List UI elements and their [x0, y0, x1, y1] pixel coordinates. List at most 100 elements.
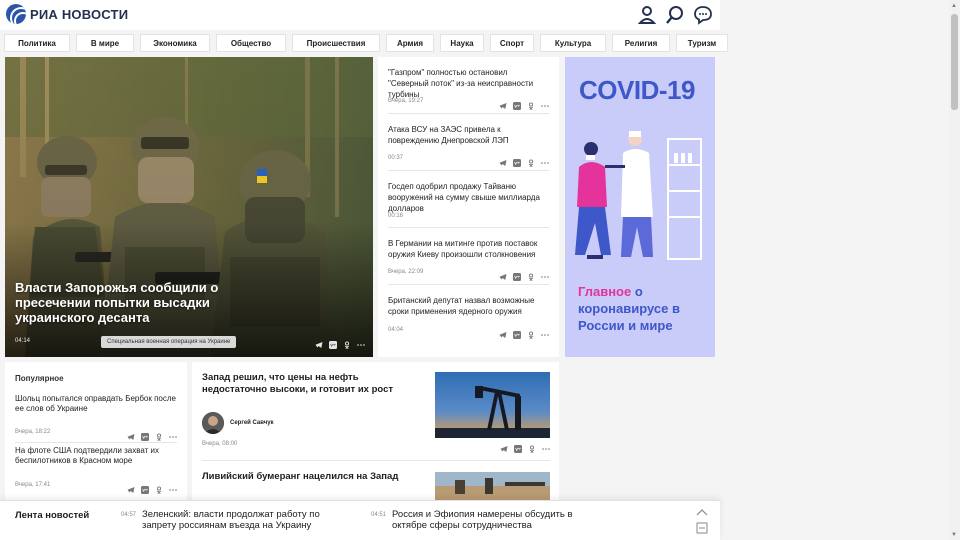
more-icon[interactable] [541, 154, 549, 164]
popular-title[interactable]: На флоте США подтвердили захват их беспи… [15, 446, 177, 466]
feed-title[interactable]: Госдеп одобрил продажу Тайваню вооружени… [388, 181, 549, 214]
article-author[interactable]: Сергей Савчук [202, 412, 274, 434]
nav-item-incidents[interactable]: Происшествия [292, 34, 380, 52]
nav-item-religion[interactable]: Религия [612, 34, 670, 52]
avatar [202, 412, 224, 434]
ok-icon[interactable] [527, 326, 535, 340]
hero-share [315, 336, 365, 350]
ticker-text[interactable]: Зеленский: власти продолжат работу по за… [142, 509, 338, 531]
more-icon[interactable] [357, 336, 365, 346]
more-icon[interactable] [542, 440, 550, 450]
telegram-icon[interactable] [315, 336, 323, 348]
chat-icon[interactable] [694, 5, 712, 25]
logo-text: РИА НОВОСТИ [30, 6, 129, 22]
feed-time: Вчера, 19:27 [388, 98, 424, 104]
nav-item-politics[interactable]: Политика [4, 34, 70, 52]
vk-icon[interactable] [141, 428, 149, 441]
feed-title[interactable]: Британский депутат назвал возможные срок… [388, 295, 549, 317]
nav-item-culture[interactable]: Культура [540, 34, 606, 52]
ticker-item[interactable]: 04:51 Россия и Эфиопия намерены обсудить… [371, 509, 588, 531]
telegram-icon[interactable] [127, 428, 135, 440]
ticker-label[interactable]: Лента новостей [15, 510, 89, 521]
article-title[interactable]: Запад решил, что цены на нефть недостато… [202, 372, 422, 396]
hero-story[interactable]: Власти Запорожья сообщили о пресечении п… [5, 57, 373, 357]
covid-banner-caption: Главное о коронавирусе в России и мире [578, 283, 708, 334]
user-icon[interactable] [637, 5, 657, 25]
hero-title[interactable]: Власти Запорожья сообщили о пресечении п… [15, 280, 255, 325]
nav-item-world[interactable]: В мире [76, 34, 134, 52]
hero-tag[interactable]: Специальная военная операция на Украине [101, 336, 237, 348]
nav-item-sport[interactable]: Спорт [490, 34, 534, 52]
nav-item-society[interactable]: Общество [216, 34, 286, 52]
feed-title[interactable]: Атака ВСУ на ЗАЭС привела к повреждению … [388, 124, 549, 146]
scroll-down-icon[interactable]: ▼ [951, 532, 957, 538]
feed-item[interactable]: Госдеп одобрил продажу Тайваню вооружени… [388, 171, 549, 228]
chevron-up-icon[interactable] [696, 508, 708, 516]
share-bar [499, 268, 549, 282]
telegram-icon[interactable] [499, 97, 507, 109]
more-icon[interactable] [169, 428, 177, 438]
share-bar [499, 326, 549, 340]
vk-icon[interactable] [141, 481, 149, 494]
vk-icon[interactable] [514, 440, 522, 453]
more-icon[interactable] [541, 326, 549, 336]
vk-icon[interactable] [513, 326, 521, 339]
telegram-icon[interactable] [499, 268, 507, 280]
share-bar [500, 440, 550, 454]
page-scrollbar[interactable]: ▲ ▼ [949, 0, 960, 540]
nav-item-economy[interactable]: Экономика [140, 34, 210, 52]
telegram-icon[interactable] [127, 481, 135, 493]
feed-title[interactable]: "Газпром" полностью остановил "Северный … [388, 67, 549, 100]
telegram-icon[interactable] [499, 154, 507, 166]
more-icon[interactable] [541, 268, 549, 278]
ok-icon[interactable] [155, 428, 163, 442]
feed-title[interactable]: В Германии на митинге против поставок ор… [388, 238, 549, 260]
feed-item[interactable]: В Германии на митинге против поставок ор… [388, 228, 549, 285]
collapse-icon[interactable] [696, 522, 708, 534]
ok-icon[interactable] [155, 481, 163, 495]
feed-item[interactable]: Атака ВСУ на ЗАЭС привела к повреждению … [388, 114, 549, 171]
popular-item[interactable]: Шольц попытался оправдать Бербок после е… [15, 394, 177, 443]
more-icon[interactable] [169, 481, 177, 491]
scroll-thumb[interactable] [951, 14, 958, 110]
share-bar [127, 481, 177, 495]
ok-icon[interactable] [527, 268, 535, 282]
article-title[interactable]: Ливийский бумеранг нацелился на Запад [202, 471, 422, 483]
telegram-icon[interactable] [499, 326, 507, 338]
category-nav: Политика В мире Экономика Общество Проис… [0, 34, 728, 54]
author-name[interactable]: Сергей Савчук [230, 420, 274, 426]
popular-time: Вчера, 17:41 [15, 482, 51, 488]
share-bar [499, 154, 549, 168]
covid-banner[interactable]: COVID-19 Главное о коронавирусе в России… [565, 57, 715, 357]
vk-icon[interactable] [513, 154, 521, 167]
more-icon[interactable] [541, 97, 549, 107]
feed-item[interactable]: "Газпром" полностью остановил "Северный … [388, 57, 549, 114]
ticker-text[interactable]: Россия и Эфиопия намерены обсудить в окт… [392, 509, 588, 531]
doctor-vaccination-illustration [575, 131, 702, 260]
article-image-libya[interactable] [435, 472, 550, 500]
article-image-oil-pump[interactable] [435, 372, 550, 438]
ticker-time: 04:57 [121, 512, 137, 518]
nav-item-science[interactable]: Наука [440, 34, 484, 52]
popular-title[interactable]: Шольц попытался оправдать Бербок после е… [15, 394, 177, 414]
popular-item[interactable]: На флоте США подтвердили захват их беспи… [15, 446, 177, 495]
ok-icon[interactable] [528, 440, 536, 454]
logo[interactable]: РИА НОВОСТИ [6, 4, 128, 24]
search-icon[interactable] [666, 5, 684, 25]
ok-icon[interactable] [343, 336, 351, 350]
ok-icon[interactable] [527, 154, 535, 168]
scroll-up-icon[interactable]: ▲ [951, 3, 957, 9]
article-time: Вчера, 08:00 [202, 441, 238, 447]
vk-icon[interactable] [329, 336, 337, 349]
feed-item[interactable]: Британский депутат назвал возможные срок… [388, 285, 549, 342]
news-ticker: Лента новостей 04:57 Зеленский: власти п… [0, 500, 720, 540]
vk-icon[interactable] [513, 268, 521, 281]
telegram-icon[interactable] [500, 440, 508, 452]
ok-icon[interactable] [527, 97, 535, 111]
nav-item-tourism[interactable]: Туризм [676, 34, 728, 52]
nav-item-army[interactable]: Армия [386, 34, 434, 52]
popular-heading: Популярное [15, 374, 64, 383]
vk-icon[interactable] [513, 97, 521, 110]
feed-time: 00:37 [388, 155, 404, 161]
ticker-item[interactable]: 04:57 Зеленский: власти продолжат работу… [121, 509, 338, 531]
